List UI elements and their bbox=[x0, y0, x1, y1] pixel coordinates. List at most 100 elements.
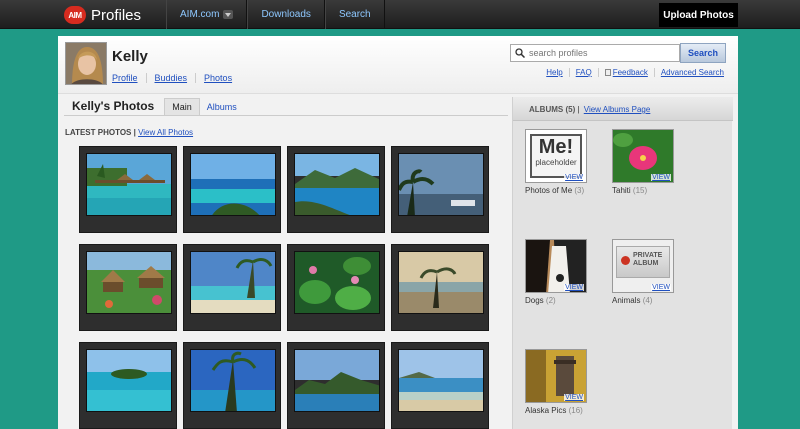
profile-link[interactable]: Profile bbox=[112, 73, 146, 83]
faq-link[interactable]: FAQ bbox=[568, 68, 598, 77]
view-all-photos-link[interactable]: View All Photos bbox=[138, 128, 193, 137]
private-album-icon: PRIVATE ALBUM bbox=[616, 246, 670, 278]
albums-header: ALBUMS (5) | View Albums Page bbox=[513, 97, 733, 121]
photo-image bbox=[294, 349, 380, 412]
photo-thumbnail[interactable] bbox=[183, 342, 281, 429]
album-name[interactable]: Dogs bbox=[525, 296, 544, 305]
photo-thumbnail[interactable] bbox=[79, 146, 177, 233]
private-dot-icon bbox=[621, 256, 630, 265]
search-button[interactable]: Search bbox=[680, 43, 726, 63]
album-caption: Alaska Pics (16) bbox=[525, 406, 595, 415]
brand[interactable]: AIM Profiles bbox=[64, 6, 141, 24]
album-thumbnail[interactable]: VIEW bbox=[525, 239, 587, 293]
album-view-link[interactable]: VIEW bbox=[651, 174, 671, 181]
album-count: (3) bbox=[574, 186, 585, 195]
profile-header: Kelly Profile Buddies Photos Search Help… bbox=[58, 36, 738, 94]
photo-image bbox=[398, 349, 484, 412]
album-item[interactable]: VIEW Dogs (2) bbox=[525, 239, 595, 305]
chevron-down-icon[interactable] bbox=[223, 10, 234, 19]
search-field[interactable] bbox=[510, 44, 680, 62]
photo-thumbnail[interactable] bbox=[287, 146, 385, 233]
top-nav: AIM.com Downloads Search bbox=[166, 0, 385, 29]
advanced-search-link[interactable]: Advanced Search bbox=[653, 68, 724, 77]
album-caption: Tahiti (15) bbox=[612, 186, 682, 195]
album-view-link[interactable]: VIEW bbox=[564, 174, 584, 181]
page-content: Kelly Profile Buddies Photos Search Help… bbox=[58, 36, 738, 429]
photo-thumbnail[interactable] bbox=[79, 342, 177, 429]
album-count: (2) bbox=[545, 296, 556, 305]
photo-image bbox=[190, 153, 276, 216]
help-link[interactable]: Help bbox=[540, 68, 568, 77]
album-view-link[interactable]: VIEW bbox=[651, 284, 671, 291]
photo-thumbnail[interactable] bbox=[79, 244, 177, 331]
photo-thumbnail[interactable] bbox=[287, 244, 385, 331]
photo-image bbox=[294, 251, 380, 314]
albums-title: ALBUMS bbox=[529, 105, 564, 114]
nav-aim-com[interactable]: AIM.com bbox=[166, 0, 248, 29]
album-item[interactable]: PRIVATE ALBUM VIEW Animals (4) bbox=[612, 239, 682, 305]
aim-logo-icon: AIM bbox=[64, 6, 86, 24]
album-name[interactable]: Alaska Pics bbox=[525, 406, 566, 415]
latest-photos-label: LATEST PHOTOS bbox=[65, 128, 132, 137]
album-name[interactable]: Photos of Me bbox=[525, 186, 572, 195]
me-placeholder-text: Me! bbox=[538, 136, 574, 158]
profile-links: Profile Buddies Photos bbox=[112, 73, 240, 83]
photo-thumbnail[interactable] bbox=[391, 342, 489, 429]
photo-image bbox=[86, 251, 172, 314]
view-albums-page-link[interactable]: View Albums Page bbox=[584, 105, 651, 114]
feedback-icon bbox=[604, 69, 611, 76]
feedback-link[interactable]: Feedback bbox=[597, 68, 654, 77]
nav-search-label: Search bbox=[338, 9, 371, 20]
photo-image bbox=[86, 349, 172, 412]
feedback-label: Feedback bbox=[612, 68, 648, 77]
photos-link[interactable]: Photos bbox=[195, 73, 240, 83]
album-caption: Animals (4) bbox=[612, 296, 682, 305]
photo-image bbox=[398, 251, 484, 314]
album-item[interactable]: Me! placeholder VIEW Photos of Me (3) bbox=[525, 129, 595, 195]
me-placeholder-icon: Me! placeholder bbox=[530, 134, 582, 178]
album-view-link[interactable]: VIEW bbox=[564, 394, 584, 401]
album-item[interactable]: VIEW Alaska Pics (16) bbox=[525, 349, 595, 415]
album-thumbnail[interactable]: PRIVATE ALBUM VIEW bbox=[612, 239, 674, 293]
album-name[interactable]: Animals bbox=[612, 296, 640, 305]
album-thumbnail[interactable]: Me! placeholder VIEW bbox=[525, 129, 587, 183]
photo-thumbnail[interactable] bbox=[287, 342, 385, 429]
buddies-link[interactable]: Buddies bbox=[145, 73, 196, 83]
album-view-link[interactable]: VIEW bbox=[564, 284, 584, 291]
photo-thumbnail[interactable] bbox=[391, 146, 489, 233]
tab-albums[interactable]: Albums bbox=[200, 99, 244, 115]
albums-count: (5) bbox=[565, 105, 576, 114]
album-thumbnail[interactable]: VIEW bbox=[525, 349, 587, 403]
tab-main[interactable]: Main bbox=[164, 98, 200, 115]
album-caption: Dogs (2) bbox=[525, 296, 595, 305]
album-count: (16) bbox=[568, 406, 583, 415]
search-input[interactable] bbox=[529, 48, 669, 58]
private-label-2: ALBUM bbox=[633, 260, 659, 267]
nav-aim-com-label: AIM.com bbox=[180, 9, 220, 20]
album-count: (4) bbox=[642, 296, 653, 305]
photo-image bbox=[398, 153, 484, 216]
photo-thumbnail[interactable] bbox=[183, 146, 281, 233]
avatar[interactable] bbox=[65, 42, 107, 85]
nav-search[interactable]: Search bbox=[324, 0, 385, 29]
album-item[interactable]: VIEW Tahiti (15) bbox=[612, 129, 682, 195]
album-thumbnail[interactable]: VIEW bbox=[612, 129, 674, 183]
albums-panel: ALBUMS (5) | View Albums Page Me! placeh… bbox=[512, 97, 733, 429]
utility-links: Help FAQ Feedback Advanced Search bbox=[540, 68, 724, 77]
avatar-image bbox=[66, 43, 106, 84]
brand-title: Profiles bbox=[91, 6, 142, 24]
photo-tabs: Kelly's Photos Main Albums bbox=[64, 97, 508, 116]
photo-thumbnail[interactable] bbox=[183, 244, 281, 331]
me-placeholder-sub: placeholder bbox=[535, 158, 577, 167]
photo-thumbnail[interactable] bbox=[391, 244, 489, 331]
album-caption: Photos of Me (3) bbox=[525, 186, 595, 195]
page-title: Kelly's Photos bbox=[72, 99, 155, 113]
top-bar: AIM Profiles AIM.com Downloads Search Up… bbox=[0, 0, 800, 29]
album-name[interactable]: Tahiti bbox=[612, 186, 631, 195]
photo-image bbox=[86, 153, 172, 216]
upload-photos-button[interactable]: Upload Photos bbox=[659, 3, 738, 27]
photo-image bbox=[190, 349, 276, 412]
latest-photos-heading: LATEST PHOTOS | View All Photos bbox=[65, 128, 194, 137]
private-label-1: PRIVATE bbox=[633, 252, 663, 259]
nav-downloads[interactable]: Downloads bbox=[247, 0, 325, 29]
